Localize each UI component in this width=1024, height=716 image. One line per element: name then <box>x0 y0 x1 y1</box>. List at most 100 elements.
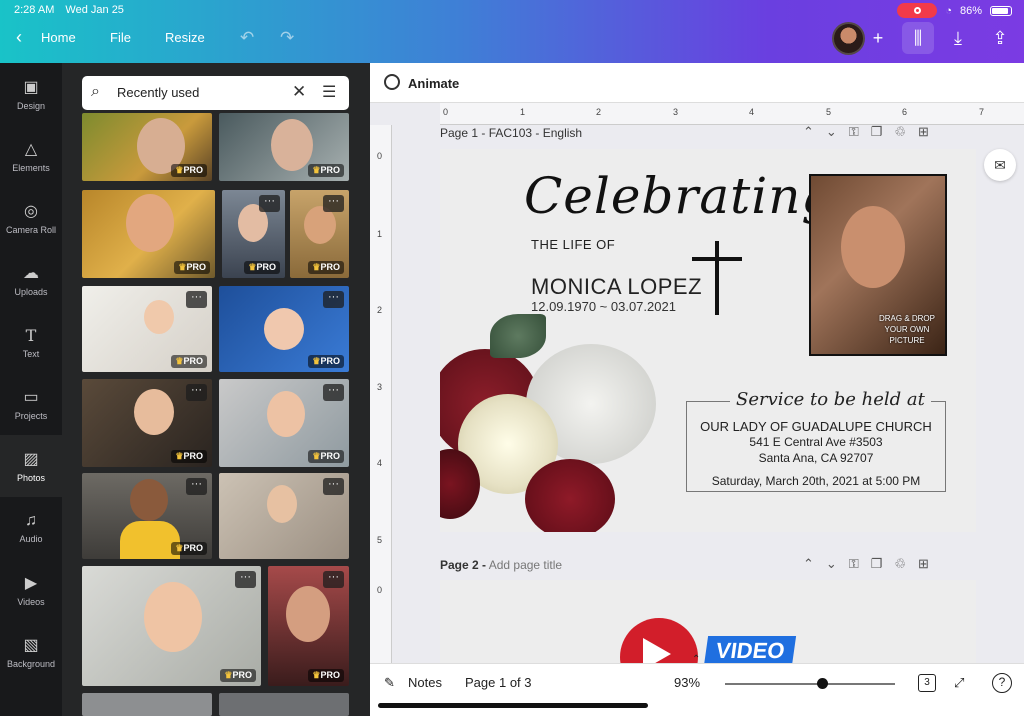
more-options-button[interactable]: ··· <box>323 384 344 401</box>
more-options-button[interactable]: ··· <box>186 384 207 401</box>
service-datetime[interactable]: Saturday, March 20th, 2021 at 5:00 PM <box>686 474 946 488</box>
dates-text[interactable]: 12.09.1970 ~ 03.07.2021 <box>531 299 676 314</box>
photo-thumbnail[interactable]: ··· PRO <box>82 566 261 686</box>
more-options-button[interactable]: ··· <box>235 571 256 588</box>
share-button[interactable]: ⇪ <box>984 22 1016 54</box>
photo-thumbnail[interactable]: PRO <box>82 190 215 278</box>
cross-graphic[interactable] <box>715 241 719 315</box>
add-comment-button[interactable]: ✉ <box>984 149 1016 181</box>
lock-icon[interactable]: ⚿ <box>849 124 859 140</box>
status-date: Wed Jan 25 <box>65 4 124 16</box>
sidebar-item-audio[interactable]: ♫ Audio <box>0 497 62 559</box>
add-collaborator-button[interactable]: + <box>862 22 894 54</box>
filter-icon[interactable]: ☰ <box>322 82 336 102</box>
animate-button[interactable]: Animate <box>408 76 459 91</box>
redo-icon[interactable]: ↷ <box>280 28 294 48</box>
sidebar-item-background[interactable]: ▧ Background <box>0 621 62 683</box>
photo-thumbnail[interactable]: ··· PRO <box>82 286 212 372</box>
church-name[interactable]: OUR LADY OF GUADALUPE CHURCH <box>686 419 946 434</box>
photo-subject <box>144 582 202 652</box>
add-page-icon[interactable]: ⊞ <box>918 124 929 140</box>
more-options-button[interactable]: ··· <box>259 195 280 212</box>
page-1-title[interactable]: Page 1 - FAC103 - English <box>440 126 582 140</box>
page-1-canvas[interactable]: Celebrating THE LIFE OF MONICA LOPEZ 12.… <box>440 149 976 532</box>
photo-thumbnail[interactable]: ··· <box>219 473 349 559</box>
name-text[interactable]: MONICA LOPEZ <box>531 274 702 300</box>
ruler-mark: 5 <box>377 535 383 545</box>
photo-thumbnail[interactable]: ··· PRO <box>219 379 349 467</box>
photo-thumbnail[interactable]: PRO <box>219 113 349 181</box>
more-options-button[interactable]: ··· <box>323 478 344 495</box>
notes-button[interactable]: Notes <box>408 675 442 690</box>
zoom-slider-handle[interactable] <box>817 678 828 689</box>
more-options-button[interactable]: ··· <box>323 571 344 588</box>
more-options-button[interactable]: ··· <box>323 291 344 308</box>
sidebar-item-text[interactable]: T Text <box>0 311 62 373</box>
help-button[interactable]: ? <box>992 673 1012 693</box>
sidebar-item-design[interactable]: ▣ Design <box>0 63 62 125</box>
photo-subject <box>286 586 330 642</box>
sidebar-item-label: Elements <box>12 163 50 173</box>
move-down-icon[interactable]: ⌄ <box>826 556 837 572</box>
music-icon: ♫ <box>25 512 37 529</box>
photo-thumbnail[interactable]: ··· PRO <box>82 379 212 467</box>
photo-thumbnail[interactable] <box>219 693 349 716</box>
page-2-canvas[interactable]: VIDEO <box>440 580 976 663</box>
chevron-left-icon[interactable]: ‹ <box>16 27 22 48</box>
trash-icon[interactable]: ♲ <box>894 124 906 140</box>
address-line-1[interactable]: 541 E Central Ave #3503 <box>686 435 946 449</box>
photo-thumbnail[interactable]: PRO <box>82 113 212 181</box>
pro-badge: PRO <box>171 355 207 368</box>
more-options-button[interactable]: ··· <box>323 195 344 212</box>
photo-thumbnail[interactable]: ··· PRO <box>222 190 285 278</box>
sidebar-item-projects[interactable]: ▭ Projects <box>0 373 62 435</box>
portrait-photo[interactable]: DRAG & DROP YOUR OWN PICTURE <box>809 174 947 356</box>
move-up-icon[interactable]: ⌃ <box>803 556 814 572</box>
photo-thumbnail[interactable]: ··· PRO <box>219 286 349 372</box>
photo-thumbnail[interactable]: ··· PRO <box>82 473 212 559</box>
clear-search-icon[interactable]: ✕ <box>292 82 306 102</box>
pro-badge: PRO <box>244 261 280 274</box>
trash-icon[interactable]: ♲ <box>894 556 906 572</box>
page-grid-button[interactable]: 3 <box>918 674 936 692</box>
move-up-icon[interactable]: ⌃ <box>803 124 814 140</box>
duplicate-icon[interactable]: ❐ <box>871 124 883 140</box>
page-2-title-placeholder[interactable]: Add page title <box>489 558 562 572</box>
life-of-text[interactable]: THE LIFE OF <box>531 237 615 252</box>
more-options-button[interactable]: ··· <box>186 478 207 495</box>
file-menu[interactable]: File <box>110 30 131 45</box>
sidebar-item-elements[interactable]: △ Elements <box>0 125 62 187</box>
address-line-2[interactable]: Santa Ana, CA 92707 <box>686 451 946 465</box>
camera-icon: ◎ <box>24 203 38 220</box>
download-button[interactable]: ⤓ <box>942 22 974 54</box>
zoom-level[interactable]: 93% <box>674 675 700 690</box>
sidebar-item-uploads[interactable]: ☁ Uploads <box>0 249 62 311</box>
photo-thumbnail[interactable]: ··· PRO <box>290 190 349 278</box>
duplicate-icon[interactable]: ❐ <box>871 556 883 572</box>
comment-icon: ✉ <box>994 156 1006 173</box>
zoom-slider[interactable] <box>725 683 895 685</box>
insights-button[interactable]: ⫼ <box>902 22 934 54</box>
video-banner: VIDEO <box>703 636 797 663</box>
fullscreen-icon[interactable]: ⤢ <box>954 675 964 691</box>
more-options-button[interactable]: ··· <box>186 291 207 308</box>
avatar[interactable] <box>832 22 865 55</box>
move-down-icon[interactable]: ⌄ <box>826 124 837 140</box>
undo-icon[interactable]: ↶ <box>240 28 254 48</box>
add-page-icon[interactable]: ⊞ <box>918 556 929 572</box>
chevron-up-icon[interactable]: ⌃ <box>692 654 700 665</box>
home-button[interactable]: Home <box>41 30 76 45</box>
sidebar-item-camera-roll[interactable]: ◎ Camera Roll <box>0 187 62 249</box>
headline-script[interactable]: Celebrating <box>524 167 834 225</box>
search-input[interactable]: ⌕ Recently used ✕ ☰ <box>82 76 349 110</box>
resize-button[interactable]: Resize <box>165 30 205 45</box>
service-title[interactable]: Service to be held at <box>730 389 931 410</box>
page-indicator[interactable]: Page 1 of 3 <box>465 675 532 690</box>
lock-icon[interactable]: ⚿ <box>849 556 859 572</box>
sidebar-item-photos[interactable]: ▨ Photos <box>0 435 62 497</box>
sidebar-item-videos[interactable]: ▶ Videos <box>0 559 62 621</box>
photo-thumbnail[interactable]: ··· PRO <box>268 566 349 686</box>
photo-thumbnail[interactable] <box>82 693 212 716</box>
page-2-title[interactable]: Page 2 - Add page title <box>440 558 562 572</box>
horizontal-ruler: 0 1 2 3 4 5 6 7 <box>440 103 1024 125</box>
